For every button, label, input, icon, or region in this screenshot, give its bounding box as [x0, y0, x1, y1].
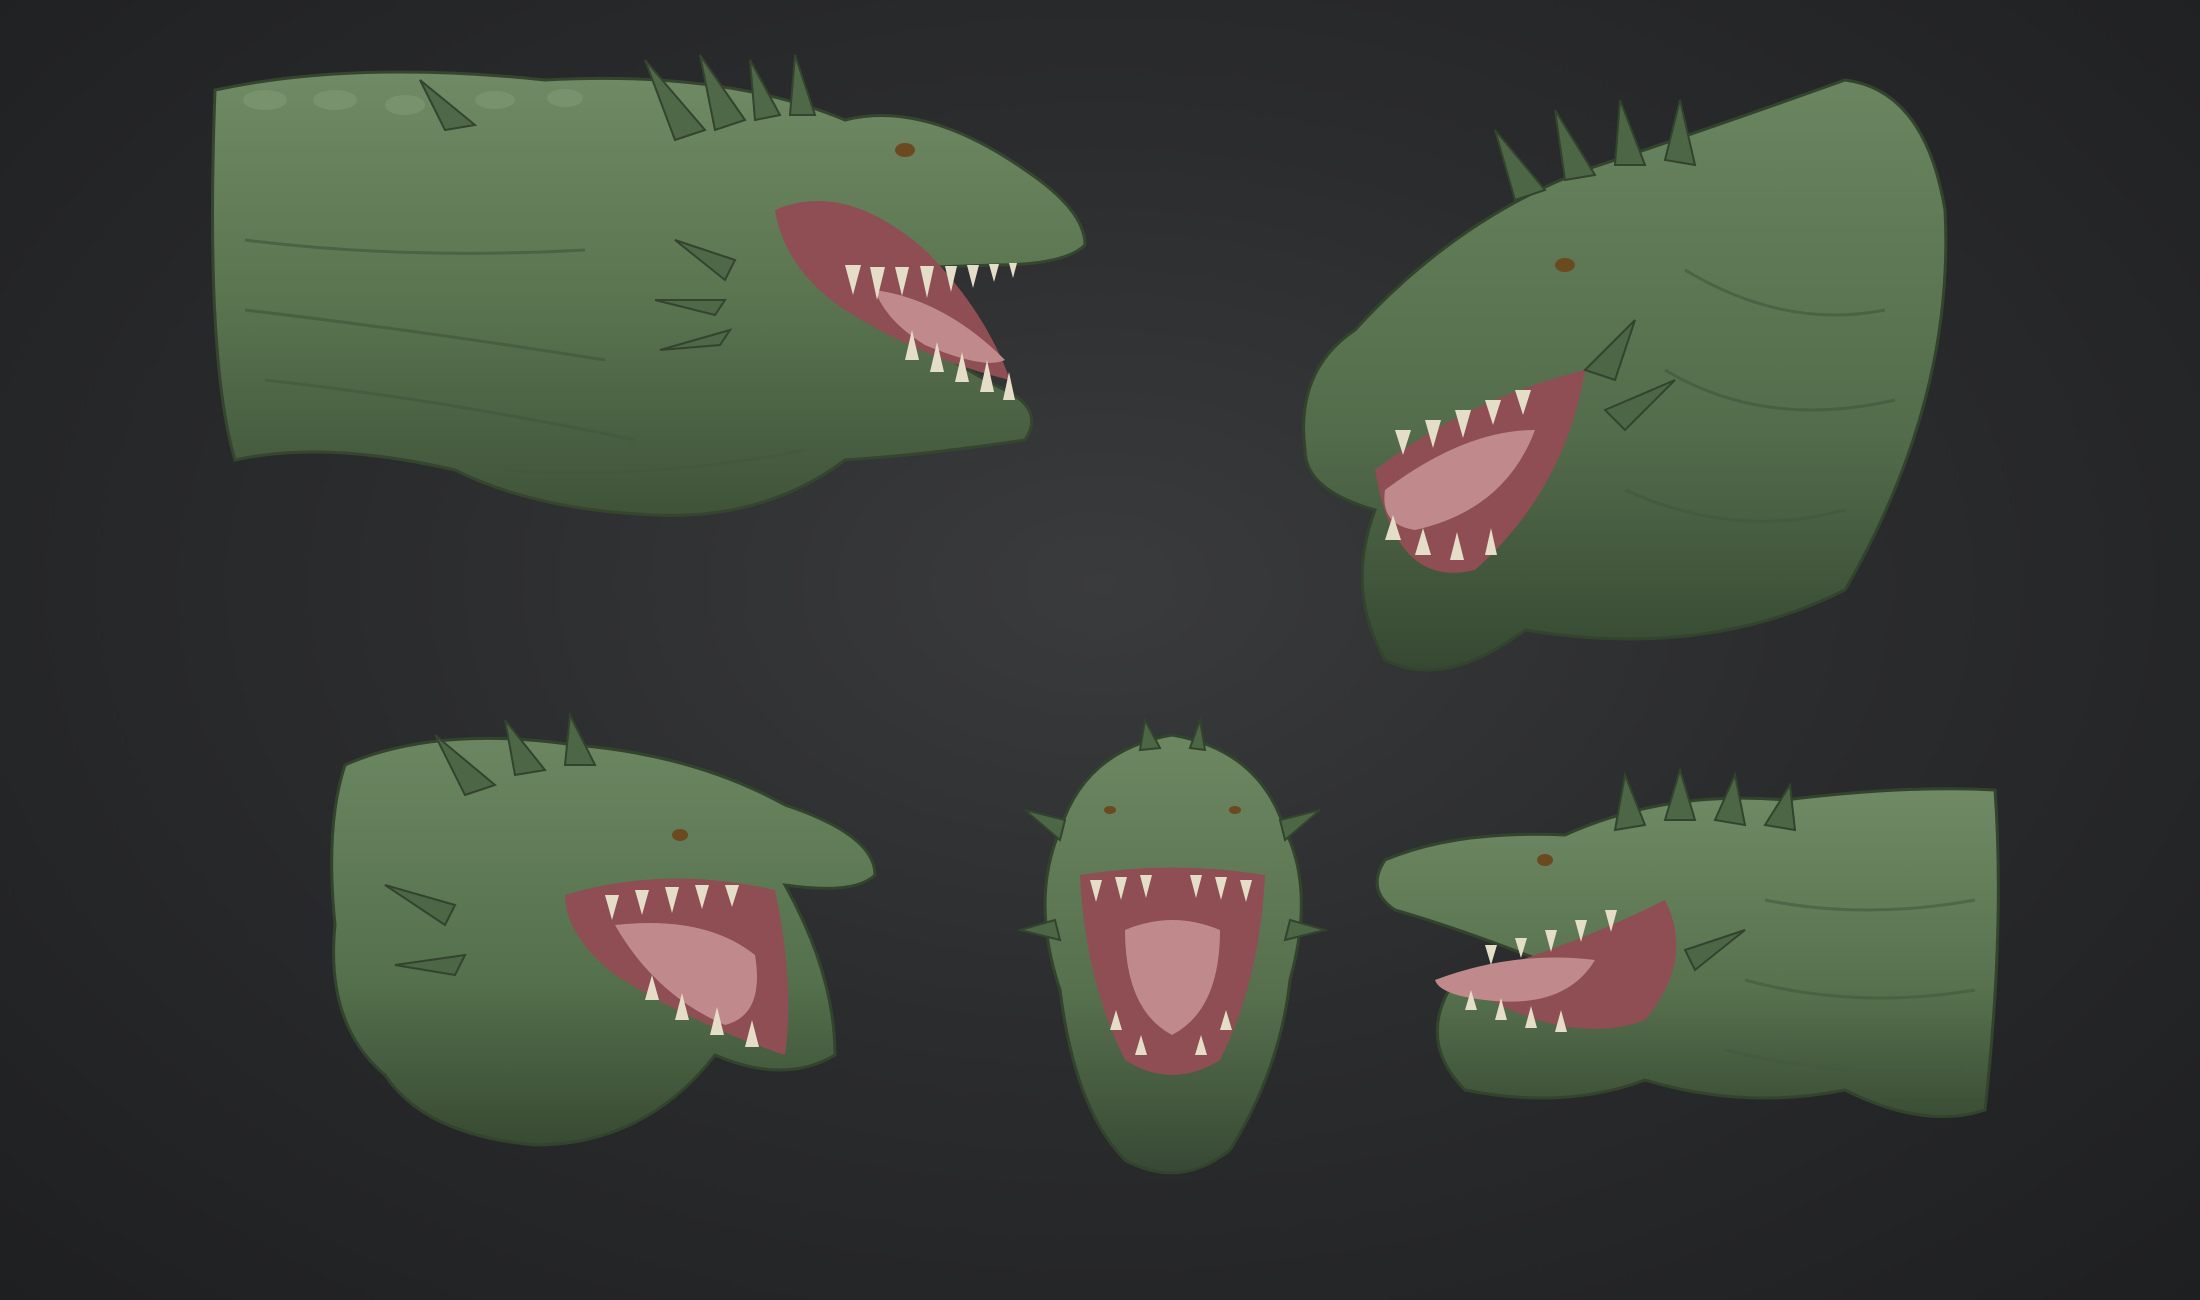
- dragon-head-three-quarter-view-large: [1285, 70, 1965, 710]
- eye: [672, 829, 688, 841]
- dragon-head-three-quarter-small-svg: [330, 711, 877, 1147]
- left-eye: [1104, 806, 1116, 814]
- dragon-head-front-svg: [1016, 716, 1329, 1175]
- dragon-head-side-small-svg: [1375, 766, 2000, 1119]
- eye: [895, 143, 915, 157]
- dragon-head-three-quarter-view-small: [315, 711, 885, 1175]
- dragon-head-three-quarter-svg: [1302, 78, 1948, 672]
- dragon-head-side-view-small: [1365, 766, 2005, 1180]
- dragon-head-side-view-large: [205, 54, 1285, 700]
- eye: [1537, 854, 1553, 866]
- render-canvas: [0, 0, 2200, 1300]
- right-eye: [1229, 806, 1241, 814]
- dragon-head-front-view: [1016, 716, 1329, 1190]
- eye: [1555, 258, 1575, 272]
- dragon-head-side-svg: [211, 54, 1087, 517]
- head-body: [1302, 78, 1948, 672]
